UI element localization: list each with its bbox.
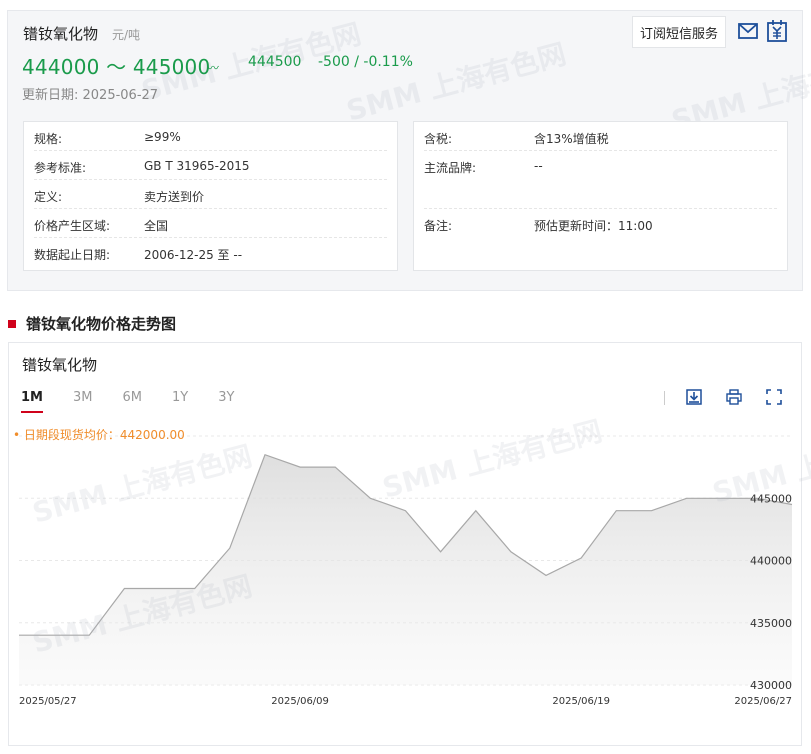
price-area <box>19 454 792 685</box>
spec-value: 全国 <box>144 219 169 233</box>
spec-key: 规格: <box>34 132 63 146</box>
update-date: 更新日期: 2025-06-27 <box>22 88 159 103</box>
specs-table-right: 含税: 含13%增值税 主流品牌: -- 备注: 预估更新时间：11:00 <box>413 121 788 271</box>
chart-title: 镨钕氧化物 <box>22 356 98 374</box>
spec-row: 价格产生区域: 全国 <box>34 209 387 238</box>
spec-value: GB T 31965-2015 <box>144 159 250 173</box>
tab-6m[interactable]: 6M <box>122 390 142 413</box>
spec-row: 备注: 预估更新时间：11:00 <box>424 209 777 238</box>
y-tick-label: 430000 <box>750 679 792 692</box>
spec-value: 含13%增值税 <box>534 132 609 146</box>
subscribe-sms-button[interactable]: 订阅短信服务 <box>632 16 726 48</box>
specs-table-left: 规格: ≥99% 参考标准: GB T 31965-2015 定义: 卖方送到价… <box>23 121 398 271</box>
y-tick-label: 440000 <box>750 555 792 568</box>
print-icon[interactable] <box>726 389 742 405</box>
x-tick-label: 2025/05/27 <box>19 696 77 707</box>
spec-key: 定义: <box>34 190 63 204</box>
spec-key: 备注: <box>424 219 453 233</box>
average-price: 444500 <box>248 54 302 70</box>
section-marker <box>8 319 16 328</box>
x-tick-label: 2025/06/09 <box>271 696 329 707</box>
spec-value: 卖方送到价 <box>144 190 205 204</box>
wave-icon: 〰 <box>207 61 220 75</box>
x-tick-label: 2025/06/19 <box>552 696 610 707</box>
tab-1m[interactable]: 1M <box>21 390 43 413</box>
price-change: -500 / -0.11% <box>318 54 413 70</box>
y-tick-label: 445000 <box>750 492 792 505</box>
range-tabs: 1M 3M 6M 1Y 3Y <box>21 390 264 413</box>
spec-row: 定义: 卖方送到价 <box>34 180 387 209</box>
section-title-text: 镨钕氧化物价格走势图 <box>26 315 177 333</box>
tab-1y[interactable]: 1Y <box>172 390 188 413</box>
spec-row: 主流品牌: -- <box>424 151 777 209</box>
tab-3y[interactable]: 3Y <box>218 390 234 413</box>
price-range: 444000 ～ 445000 <box>22 55 211 79</box>
period-average-note: • 日期段现货均价：442000.00 <box>13 428 185 442</box>
mail-icon[interactable] <box>738 23 758 39</box>
y-tick-label: 435000 <box>750 617 792 630</box>
spec-value: 2006-12-25 至 -- <box>144 248 243 262</box>
product-name: 镨钕氧化物 <box>23 25 99 43</box>
toolbar-divider <box>664 391 665 405</box>
price-yuan-icon[interactable] <box>767 20 787 42</box>
spec-key: 数据起止日期: <box>34 248 111 262</box>
spec-key: 含税: <box>424 132 453 146</box>
spec-row: 含税: 含13%增值税 <box>424 122 777 151</box>
section-title: 镨钕氧化物价格走势图 <box>8 313 176 334</box>
x-tick-label: 2025/06/27 <box>734 696 792 707</box>
spec-row: 数据起止日期: 2006-12-25 至 -- <box>34 238 387 267</box>
watermark: SMM 上海有色网 <box>342 37 570 128</box>
spec-key: 主流品牌: <box>424 161 477 175</box>
product-unit: 元/吨 <box>112 28 141 42</box>
spec-value: -- <box>534 159 543 173</box>
spec-value: ≥99% <box>144 130 181 144</box>
spec-key: 参考标准: <box>34 161 87 175</box>
download-icon[interactable] <box>686 389 702 405</box>
fullscreen-icon[interactable] <box>766 389 782 405</box>
spec-value: 预估更新时间：11:00 <box>534 219 653 233</box>
price-chart-card: 430000 435000 440000 445000 2025/05/27 2025/… <box>8 342 811 746</box>
spec-row: 规格: ≥99% <box>34 122 387 151</box>
price-info-card: SMM 上海有色网 SMM 上海有色网 SMM 上海有色网 镨钕氧化物 元/吨 … <box>7 10 811 291</box>
spec-row: 参考标准: GB T 31965-2015 <box>34 151 387 180</box>
tab-3m[interactable]: 3M <box>73 390 93 413</box>
spec-key: 价格产生区域: <box>34 219 111 233</box>
